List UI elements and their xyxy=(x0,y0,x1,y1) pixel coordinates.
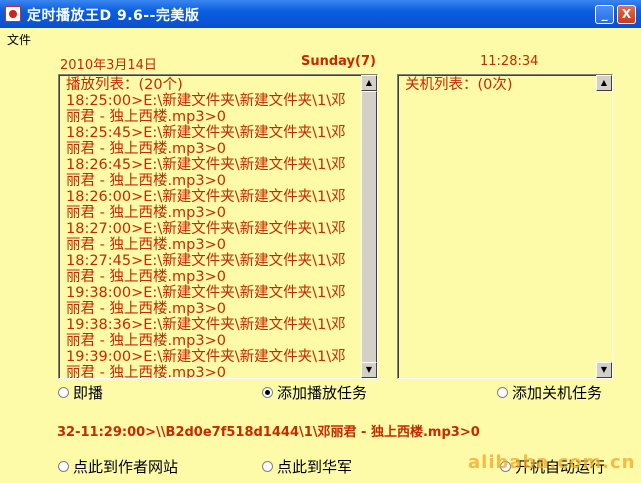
radio-instant-play[interactable]: 即播 xyxy=(58,382,103,403)
current-weekday: Sunday(7) xyxy=(301,54,376,69)
radio-label: 添加播放任务 xyxy=(277,384,368,402)
radio-icon xyxy=(262,461,273,472)
shutdown-list-items: 关机列表：(0次) xyxy=(399,76,596,93)
radio-icon xyxy=(58,461,69,472)
play-list-item[interactable]: 19:38:36>E:\新建文件夹\新建文件夹\1\邓 xyxy=(66,317,361,333)
radio-icon xyxy=(497,387,508,398)
play-list-item[interactable]: 18:25:00>E:\新建文件夹\新建文件夹\1\邓 xyxy=(66,93,361,109)
play-list-item[interactable]: 18:27:00>E:\新建文件夹\新建文件夹\1\邓 xyxy=(66,221,361,237)
play-list-item[interactable]: 18:25:45>E:\新建文件夹\新建文件夹\1\邓 xyxy=(66,125,361,141)
watermark: alibaba.com.cn xyxy=(468,452,636,473)
play-list-header: 播放列表：(20个) xyxy=(66,77,183,93)
current-time: 11:28:34 xyxy=(480,54,539,69)
play-list-item[interactable]: 丽君 - 独上西楼.mp3>0 xyxy=(66,301,361,317)
radio-label: 添加关机任务 xyxy=(512,384,603,402)
play-list[interactable]: 播放列表：(20个) 18:25:00>E:\新建文件夹\新建文件夹\1\邓 丽君 … xyxy=(58,74,378,379)
shutdown-list[interactable]: 关机列表：(0次) ▲ ▼ xyxy=(397,74,613,379)
radio-label: 即播 xyxy=(73,384,104,402)
scroll-track[interactable] xyxy=(596,91,612,362)
menu-file[interactable]: 文件 xyxy=(7,31,31,48)
play-list-item[interactable]: 丽君 - 独上西楼.mp3>0 xyxy=(66,109,361,125)
play-list-items: 播放列表：(20个) 18:25:00>E:\新建文件夹\新建文件夹\1\邓 丽君 … xyxy=(60,76,361,378)
current-date: 2010年3月14日 xyxy=(60,58,157,73)
play-list-item[interactable]: 丽君 - 独上西楼.mp3>0 xyxy=(66,237,361,253)
play-list-item[interactable]: 丽君 - 独上西楼.mp3>0 xyxy=(66,141,361,157)
radio-icon xyxy=(58,387,69,398)
shutdown-list-scrollbar[interactable]: ▲ ▼ xyxy=(596,75,612,378)
play-list-item[interactable]: 19:38:00>E:\新建文件夹\新建文件夹\1\邓 xyxy=(66,285,361,301)
radio-add-play-task[interactable]: 添加播放任务 xyxy=(262,382,367,403)
play-list-item[interactable]: 18:26:00>E:\新建文件夹\新建文件夹\1\邓 xyxy=(66,189,361,205)
play-list-item[interactable]: 丽君 - 独上西楼.mp3>0 xyxy=(66,173,361,189)
link-author-site[interactable]: 点此到作者网站 xyxy=(58,456,178,477)
radio-selected-icon xyxy=(262,387,273,398)
scroll-thumb[interactable] xyxy=(361,91,377,364)
play-list-item[interactable]: 丽君 - 独上西楼.mp3>0 xyxy=(66,205,361,221)
play-list-item[interactable]: 19:39:00>E:\新建文件夹\新建文件夹\1\邓 xyxy=(66,349,361,365)
status-line: 32-11:29:00>\\B2d0e7f518d1444\1\邓丽君 - 独上… xyxy=(57,425,480,440)
play-list-scrollbar[interactable]: ▲ ▼ xyxy=(361,75,377,378)
scroll-up-button[interactable]: ▲ xyxy=(596,75,612,91)
link-label: 点此到华军 xyxy=(277,458,353,476)
play-list-item[interactable]: 18:26:45>E:\新建文件夹\新建文件夹\1\邓 xyxy=(66,157,361,173)
close-button[interactable]: X xyxy=(617,5,636,24)
minimize-button[interactable]: _ xyxy=(595,5,614,24)
link-label: 点此到作者网站 xyxy=(73,458,179,476)
shutdown-list-header: 关机列表：(0次) xyxy=(405,77,513,93)
window-title: 定时播放王D 9.6--完美版 xyxy=(27,8,200,24)
app-icon[interactable] xyxy=(5,6,21,22)
menu-bar: 文件 xyxy=(0,28,641,48)
link-huajun[interactable]: 点此到华军 xyxy=(262,456,352,477)
radio-add-shutdown-task[interactable]: 添加关机任务 xyxy=(497,382,602,403)
title-bar: 定时播放王D 9.6--完美版 _ X xyxy=(0,0,641,28)
scroll-down-button[interactable]: ▼ xyxy=(361,362,377,378)
scroll-up-button[interactable]: ▲ xyxy=(361,75,377,91)
play-list-item[interactable]: 丽君 - 独上西楼.mp3>0 xyxy=(66,365,361,378)
scroll-down-button[interactable]: ▼ xyxy=(596,362,612,378)
play-list-item[interactable]: 丽君 - 独上西楼.mp3>0 xyxy=(66,269,361,285)
play-list-item[interactable]: 丽君 - 独上西楼.mp3>0 xyxy=(66,333,361,349)
play-list-item[interactable]: 18:27:45>E:\新建文件夹\新建文件夹\1\邓 xyxy=(66,253,361,269)
